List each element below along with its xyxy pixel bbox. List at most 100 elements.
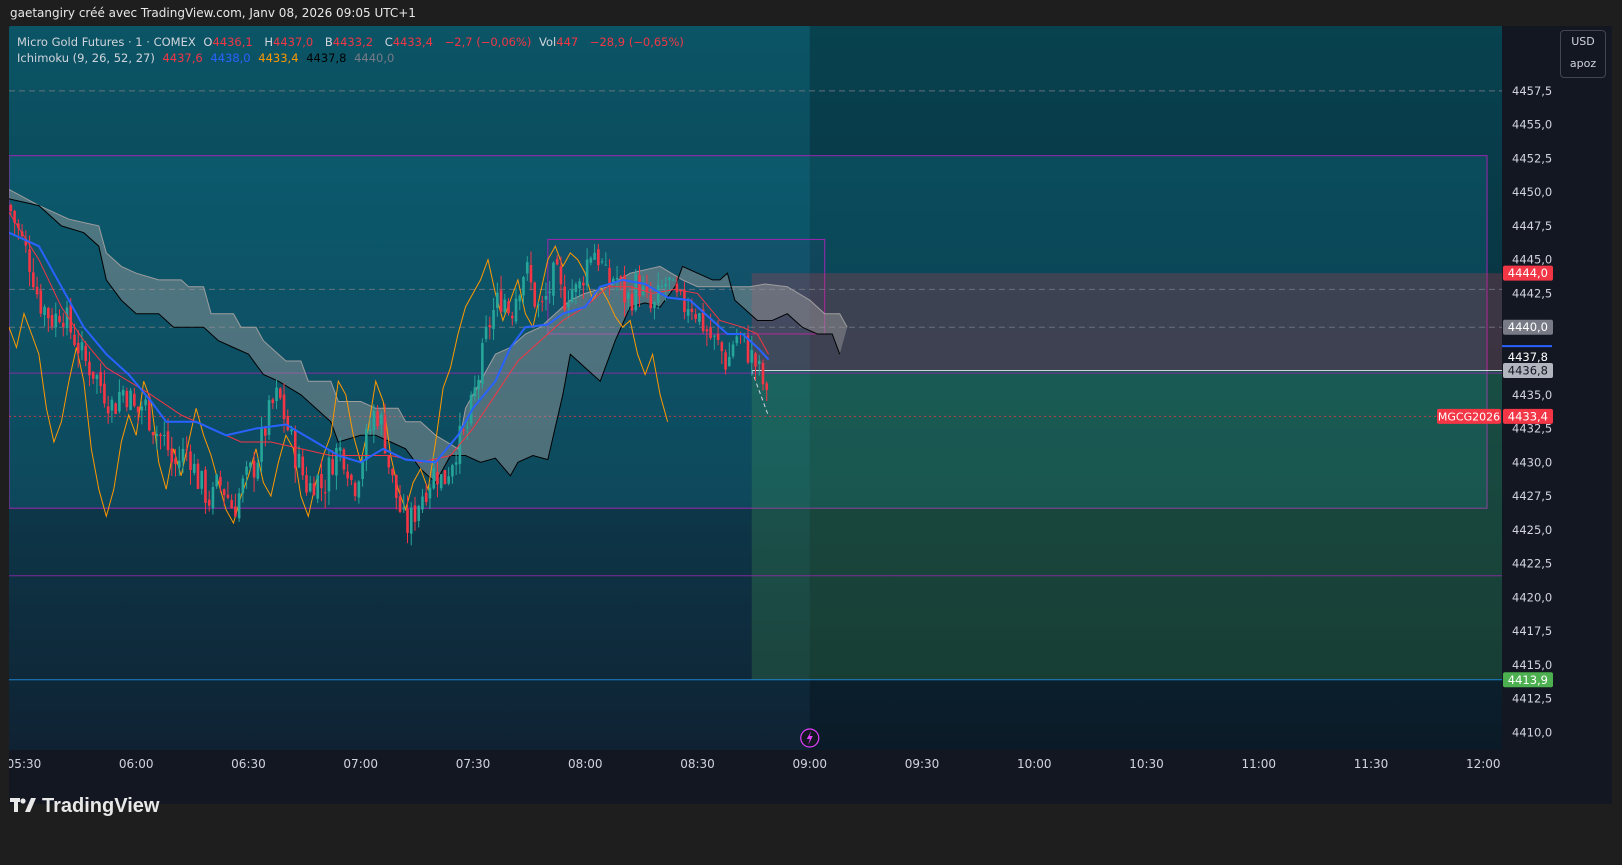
candle-body bbox=[136, 406, 140, 413]
ichimoku-label[interactable]: Ichimoku (9, 26, 52, 27) bbox=[17, 51, 155, 65]
candle-body bbox=[219, 476, 222, 486]
candle-body bbox=[466, 426, 469, 429]
candle-body bbox=[241, 478, 245, 494]
x-tick-label: 08:00 bbox=[568, 757, 603, 771]
candle-body bbox=[69, 304, 73, 333]
candle-body bbox=[39, 290, 43, 314]
x-tick-label: 11:00 bbox=[1241, 757, 1276, 771]
candle-body bbox=[361, 461, 364, 480]
candle-body bbox=[278, 388, 282, 398]
candle-body bbox=[383, 414, 387, 454]
candle-body bbox=[91, 371, 95, 379]
candle-body bbox=[604, 264, 608, 266]
symbol-tag-label: MGCG2026 bbox=[1438, 410, 1500, 423]
candle-body bbox=[181, 448, 185, 462]
ichimoku-value-base: 4438,0 bbox=[210, 51, 251, 65]
x-tick-label: 07:00 bbox=[343, 757, 378, 771]
account-label[interactable]: apoz bbox=[1561, 53, 1605, 75]
tradingview-logo[interactable]: TradingView bbox=[10, 795, 159, 818]
candle-body bbox=[252, 460, 256, 478]
candle-body bbox=[522, 277, 525, 296]
high-label: H bbox=[264, 35, 273, 49]
x-tick-label: 06:30 bbox=[231, 757, 266, 771]
candle-body bbox=[301, 456, 305, 476]
candle-body bbox=[290, 429, 293, 432]
ichimoku-value-lead1: 4437,8 bbox=[306, 51, 347, 65]
candle-body bbox=[585, 259, 589, 286]
candle-body bbox=[204, 469, 207, 503]
candle-body bbox=[32, 272, 35, 288]
candle-body bbox=[125, 391, 129, 408]
ichimoku-value-lagging: 4433,4 bbox=[258, 51, 299, 65]
open-value: 4436,1 bbox=[212, 35, 253, 49]
candle-body bbox=[574, 284, 578, 293]
candle-body bbox=[510, 315, 514, 319]
candle-body bbox=[215, 474, 218, 487]
y-tick-label: 4447,5 bbox=[1512, 219, 1552, 233]
candle-body bbox=[529, 265, 533, 283]
candle-body bbox=[189, 451, 192, 471]
ohlc-row: Micro Gold Futures · 1 · COMEX O4436,1 H… bbox=[17, 34, 688, 50]
candle-body bbox=[675, 283, 679, 293]
price-tag-label: 4413,9 bbox=[1508, 673, 1548, 687]
candle-body bbox=[237, 493, 241, 519]
candle-body bbox=[260, 428, 263, 462]
candle-body bbox=[245, 466, 248, 475]
currency-selector[interactable]: USD apoz bbox=[1560, 30, 1606, 78]
candle-body bbox=[207, 499, 211, 506]
y-tick-label: 4430,0 bbox=[1512, 455, 1552, 469]
candle-body bbox=[664, 283, 667, 287]
candle-body bbox=[454, 462, 458, 465]
price-chart[interactable]: 05:30 06:00 06:30 07:00 07:30 08:00 08:30 09:00… bbox=[9, 26, 1612, 804]
candle-body bbox=[368, 429, 372, 432]
candle-body bbox=[567, 302, 570, 308]
candle-body bbox=[316, 475, 320, 499]
candle-body bbox=[155, 433, 159, 437]
candle-body bbox=[514, 298, 518, 322]
candle-body bbox=[323, 492, 327, 494]
candle-body bbox=[88, 361, 91, 376]
candle-body bbox=[170, 448, 174, 463]
candle-body bbox=[731, 344, 735, 357]
candle-body bbox=[211, 487, 215, 509]
candle-body bbox=[99, 372, 102, 387]
candle-body bbox=[653, 302, 656, 308]
candle-body bbox=[293, 430, 297, 469]
candle-body bbox=[151, 431, 155, 436]
candle-body bbox=[46, 307, 50, 319]
y-tick-label: 4455,0 bbox=[1512, 118, 1552, 132]
candle-body bbox=[357, 481, 361, 498]
currency-label[interactable]: USD bbox=[1561, 31, 1605, 53]
candle-body bbox=[559, 266, 563, 285]
y-tick-label: 4417,5 bbox=[1512, 624, 1552, 638]
candle-body bbox=[140, 406, 144, 411]
y-tick-label: 4452,5 bbox=[1512, 151, 1552, 165]
candle-body bbox=[728, 356, 731, 367]
chart-frame[interactable]: 05:30 06:00 06:30 07:00 07:30 08:00 08:30 09:00… bbox=[9, 26, 1612, 804]
chart-header: gaetangiry créé avec TradingView.com, Ja… bbox=[10, 6, 416, 20]
candle-body bbox=[58, 315, 61, 323]
price-tag-label: 4436,8 bbox=[1508, 363, 1548, 377]
candle-body bbox=[402, 507, 406, 510]
candle-body bbox=[54, 313, 58, 328]
candle-body bbox=[443, 470, 447, 485]
price-tag-label: 4444,0 bbox=[1508, 266, 1548, 280]
candle-body bbox=[320, 473, 323, 489]
candle-body bbox=[372, 411, 376, 431]
candle-body bbox=[50, 315, 54, 327]
stop-loss-zone bbox=[751, 273, 1502, 371]
candle-body bbox=[589, 257, 593, 263]
candle-body bbox=[660, 286, 664, 288]
candle-body bbox=[159, 434, 162, 437]
candle-body bbox=[713, 335, 716, 337]
volume-value: 447 bbox=[556, 35, 579, 49]
low-value: 4433,2 bbox=[332, 35, 374, 49]
x-tick-label: 10:00 bbox=[1017, 757, 1052, 771]
candle-body bbox=[698, 313, 701, 322]
x-tick-label: 08:30 bbox=[680, 757, 715, 771]
symbol-name[interactable]: Micro Gold Futures · 1 · COMEX bbox=[17, 35, 196, 49]
candle-body bbox=[226, 494, 230, 498]
candle-body bbox=[35, 286, 39, 295]
candle-body bbox=[200, 471, 204, 489]
x-tick-label: 12:00 bbox=[1466, 757, 1501, 771]
